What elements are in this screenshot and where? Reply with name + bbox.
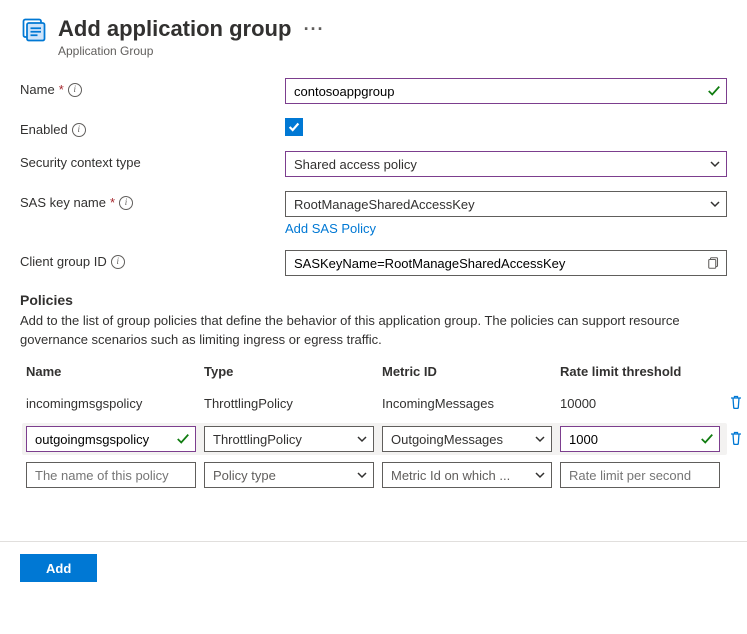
new-policy-metric-select[interactable]: Metric Id on which ...: [382, 462, 552, 488]
info-icon[interactable]: i: [68, 83, 82, 97]
delete-icon[interactable]: [728, 394, 744, 410]
page-title: Add application group ···: [58, 16, 727, 42]
info-icon[interactable]: i: [72, 123, 86, 137]
name-input[interactable]: [285, 78, 727, 104]
col-type: Type: [204, 364, 374, 379]
enabled-checkbox[interactable]: [285, 118, 303, 136]
security-context-type-label: Security context type: [20, 151, 285, 170]
page-subtitle: Application Group: [58, 44, 727, 58]
policy-name: incomingmsgspolicy: [26, 396, 196, 411]
policy-metric-select[interactable]: OutgoingMessages: [382, 426, 552, 452]
policy-row-editing: ThrottlingPolicy OutgoingMessages: [22, 423, 727, 455]
col-name: Name: [26, 364, 196, 379]
policies-description: Add to the list of group policies that d…: [20, 312, 727, 350]
client-group-id-input[interactable]: [285, 250, 727, 276]
new-policy-threshold-input[interactable]: [560, 462, 720, 488]
page-header: Add application group ··· Application Gr…: [20, 16, 727, 58]
policy-type: ThrottlingPolicy: [204, 396, 374, 411]
client-group-id-label: Client group ID i: [20, 250, 285, 269]
app-group-icon: [20, 16, 48, 44]
check-icon: [287, 120, 301, 134]
new-policy-name-input[interactable]: [26, 462, 196, 488]
more-icon[interactable]: ···: [304, 19, 325, 39]
policy-type-select[interactable]: ThrottlingPolicy: [204, 426, 374, 452]
policy-name-input[interactable]: [26, 426, 196, 452]
copy-icon[interactable]: [707, 256, 721, 270]
policy-row-new: Policy type Metric Id on which ...: [26, 459, 727, 491]
sas-key-name-label: SAS key name* i: [20, 191, 285, 210]
add-button[interactable]: Add: [20, 554, 97, 582]
security-context-type-select[interactable]: Shared access policy: [285, 151, 727, 177]
info-icon[interactable]: i: [119, 196, 133, 210]
check-icon: [707, 84, 721, 98]
policy-threshold: 10000: [560, 396, 720, 411]
policies-heading: Policies: [20, 292, 727, 308]
col-metric: Metric ID: [382, 364, 552, 379]
policies-header-row: Name Type Metric ID Rate limit threshold: [26, 364, 727, 379]
name-label: Name* i: [20, 78, 285, 97]
info-icon[interactable]: i: [111, 255, 125, 269]
check-icon: [176, 432, 190, 446]
policy-metric: IncomingMessages: [382, 396, 552, 411]
check-icon: [700, 432, 714, 446]
policy-threshold-input[interactable]: [560, 426, 720, 452]
sas-key-name-select[interactable]: RootManageSharedAccessKey: [285, 191, 727, 217]
col-threshold: Rate limit threshold: [560, 364, 720, 379]
policy-row: incomingmsgspolicy ThrottlingPolicy Inco…: [26, 387, 727, 419]
new-policy-type-select[interactable]: Policy type: [204, 462, 374, 488]
delete-icon[interactable]: [728, 430, 744, 446]
add-sas-policy-link[interactable]: Add SAS Policy: [285, 221, 376, 236]
enabled-label: Enabled i: [20, 118, 285, 137]
